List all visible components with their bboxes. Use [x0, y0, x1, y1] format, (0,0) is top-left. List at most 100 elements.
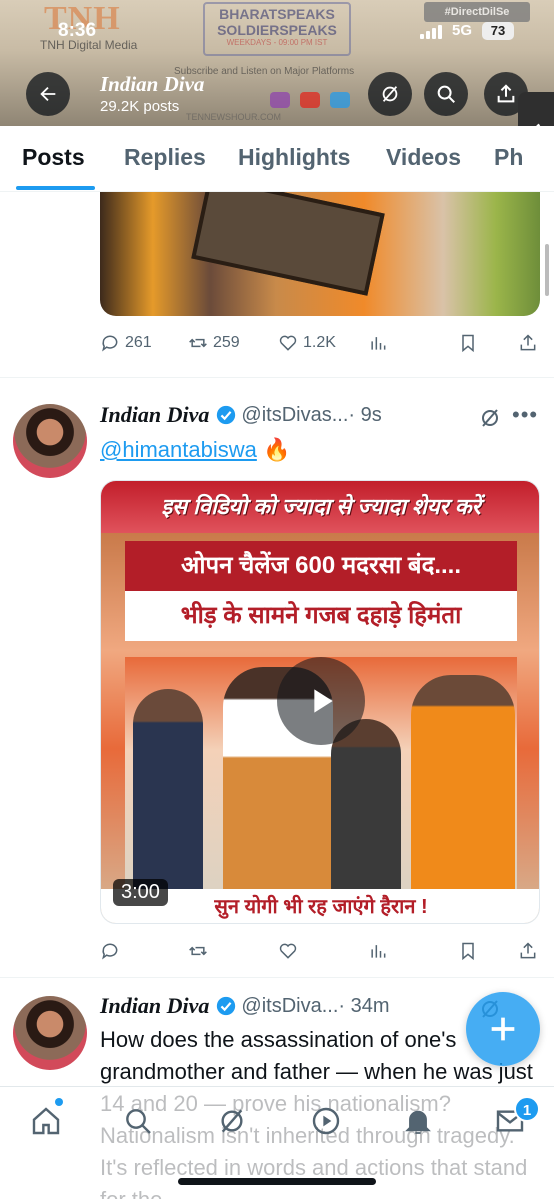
home-indicator[interactable]	[178, 1178, 376, 1185]
profile-tabs: Posts Replies Highlights Videos Ph	[0, 126, 554, 192]
analytics-icon	[371, 337, 386, 350]
video-subheadline: भीड़ के सामने गजब दहाड़े हिमंता	[125, 591, 517, 641]
verified-badge-icon	[217, 405, 236, 425]
share-button[interactable]	[518, 941, 538, 961]
video-top-text: इस विडियो को ज्यादा से ज्यादा शेयर करें	[161, 494, 481, 519]
avatar[interactable]	[13, 996, 87, 1070]
signal-icon	[420, 25, 442, 39]
scrollbar[interactable]	[545, 244, 549, 296]
nav-explore[interactable]	[120, 1103, 156, 1139]
grok-icon	[382, 86, 398, 102]
header-profile-name: Indian Diva	[100, 72, 205, 96]
arrow-left-icon	[40, 86, 56, 102]
twitter-icon	[330, 92, 350, 108]
battery-indicator: 73	[482, 22, 514, 40]
play-button[interactable]	[277, 657, 365, 745]
media-framed-picture	[191, 192, 385, 296]
tab-videos[interactable]: Videos	[386, 144, 461, 171]
reply-count: 261	[125, 334, 152, 351]
video-headline: ओपन चैलेंज 600 मदरसा बंद....	[125, 541, 517, 591]
back-button[interactable]	[26, 72, 70, 116]
views-button[interactable]	[368, 333, 388, 353]
plus-icon	[491, 1017, 515, 1041]
repost-icon	[189, 338, 207, 348]
post-time[interactable]: · 9s	[348, 404, 381, 427]
reply-button[interactable]	[100, 941, 120, 961]
bookmark-icon	[462, 334, 474, 353]
search-icon	[126, 1109, 151, 1134]
like-button[interactable]	[278, 941, 298, 961]
reply-icon	[102, 335, 118, 352]
status-bar: 8:36 5G 73	[0, 0, 554, 62]
post-time[interactable]: · 34m	[338, 995, 389, 1018]
person-right	[411, 675, 515, 889]
reply-icon	[102, 943, 118, 960]
post-divider	[0, 977, 554, 978]
grok-icon	[221, 1109, 243, 1133]
header-post-count: 29.2K posts	[100, 98, 180, 115]
post-text: @himantabiswa 🔥	[100, 437, 290, 463]
tab-replies[interactable]: Replies	[124, 144, 206, 171]
previous-post-actions: 261 259 1.2K	[100, 328, 540, 358]
home-icon	[32, 1107, 60, 1135]
share-icon	[497, 84, 515, 103]
nav-home[interactable]	[28, 1103, 64, 1139]
share-icon	[520, 942, 536, 959]
fire-emoji: 🔥	[262, 437, 291, 462]
share-icon	[520, 334, 536, 351]
nav-videos[interactable]	[308, 1103, 344, 1139]
repost-button[interactable]: 259	[188, 333, 240, 353]
play-circle-icon	[312, 1107, 340, 1135]
author-handle[interactable]: @itsDiva...	[241, 995, 338, 1018]
views-button[interactable]	[368, 941, 388, 961]
more-options-icon[interactable]: •••	[512, 402, 538, 428]
youtube-icon	[300, 92, 320, 108]
home-new-indicator	[55, 1098, 63, 1106]
author-name[interactable]: Indian Diva	[100, 402, 209, 428]
author-name[interactable]: Indian Diva	[100, 993, 209, 1019]
compose-post-button[interactable]	[466, 992, 540, 1066]
nav-grok[interactable]	[214, 1103, 250, 1139]
post-header: Indian Diva @itsDiva... · 34m	[100, 993, 390, 1019]
analytics-icon	[371, 945, 386, 958]
verified-badge-icon	[217, 996, 236, 1016]
post-actions	[100, 936, 540, 966]
reply-button[interactable]: 261	[100, 333, 152, 353]
repost-button[interactable]	[188, 941, 208, 961]
bookmark-icon	[462, 942, 474, 961]
search-button[interactable]	[424, 72, 468, 116]
tab-posts[interactable]: Posts	[22, 144, 85, 171]
grok-icon[interactable]	[478, 406, 502, 430]
messages-badge: 1	[514, 1096, 540, 1122]
tab-highlights[interactable]: Highlights	[238, 144, 350, 171]
bookmark-button[interactable]	[458, 333, 478, 353]
person-left	[133, 689, 203, 889]
network-type: 5G	[452, 22, 473, 39]
mention-link[interactable]: @himantabiswa	[100, 437, 257, 462]
active-tab-indicator	[16, 186, 95, 190]
status-time: 8:36	[58, 20, 97, 41]
banner-url: TENNEWSHOUR.COM	[186, 112, 281, 122]
video-player[interactable]: इस विडियो को ज्यादा से ज्यादा शेयर करें …	[100, 480, 540, 924]
like-button[interactable]: 1.2K	[278, 333, 336, 353]
bookmark-button[interactable]	[458, 941, 478, 961]
author-handle[interactable]: @itsDivas...	[241, 404, 348, 427]
grok-button[interactable]	[368, 72, 412, 116]
banner-platform-icons	[270, 92, 350, 108]
post-divider	[0, 377, 554, 378]
repost-icon	[189, 946, 207, 956]
previous-post-media[interactable]	[100, 192, 540, 316]
bell-icon	[405, 1110, 431, 1134]
avatar[interactable]	[13, 404, 87, 478]
post-header: Indian Diva @itsDivas... · 9s	[100, 402, 382, 428]
tab-photos[interactable]: Ph	[494, 144, 523, 171]
search-icon	[437, 85, 455, 103]
nav-notifications[interactable]	[400, 1103, 436, 1139]
like-count: 1.2K	[303, 334, 336, 351]
heart-icon	[279, 943, 297, 959]
share-button[interactable]	[518, 333, 538, 353]
heart-icon	[279, 335, 297, 351]
repost-count: 259	[213, 334, 240, 351]
play-icon	[314, 689, 333, 713]
video-duration: 3:00	[113, 879, 168, 906]
